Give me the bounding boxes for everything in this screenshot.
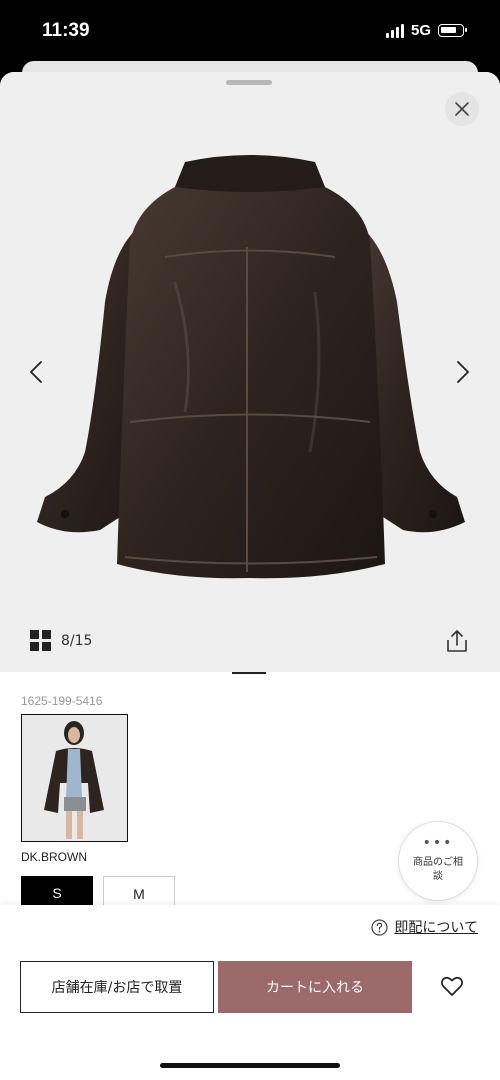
delivery-info-label: 即配について <box>394 920 478 936</box>
consult-button[interactable]: ••• 商品のご相談 <box>398 821 478 901</box>
delivery-info-link[interactable]: 即配について <box>371 917 478 937</box>
question-circle-icon <box>371 918 389 936</box>
heart-icon <box>441 976 463 996</box>
store-stock-button[interactable]: 店舗在庫/お店で取置 <box>20 961 214 1013</box>
product-image <box>37 155 465 579</box>
status-icons: 5G <box>385 22 467 39</box>
model-thumbnail <box>22 715 127 841</box>
share-button[interactable] <box>444 628 470 654</box>
share-icon <box>447 630 467 652</box>
product-code: 1625-199-5416 <box>21 694 103 708</box>
bottom-action-bar: 即配について 店舗在庫/お店で取置 カートに入れる <box>0 905 500 1080</box>
product-sheet: 8/15 1625-199-5416 DK.BROWN S M ••• 商品のご… <box>0 72 500 1080</box>
battery-icon <box>438 24 467 37</box>
consult-label: 商品のご相談 <box>413 857 463 882</box>
close-icon <box>455 102 469 116</box>
status-time: 11:39 <box>42 20 90 41</box>
image-counter: 8/15 <box>61 632 93 649</box>
gallery-grid-button[interactable]: 8/15 <box>30 630 92 651</box>
color-name: DK.BROWN <box>21 850 87 864</box>
sheet-grabber[interactable] <box>226 80 272 85</box>
color-swatch-dk-brown[interactable] <box>21 714 128 842</box>
favorite-button[interactable] <box>440 975 466 999</box>
network-type: 5G <box>410 22 431 39</box>
signal-icon <box>385 23 404 38</box>
grid-icon <box>30 630 51 651</box>
add-to-cart-button[interactable]: カートに入れる <box>218 961 412 1013</box>
close-button[interactable] <box>445 92 479 126</box>
product-image-carousel[interactable]: 8/15 <box>0 72 500 672</box>
home-indicator[interactable] <box>160 1063 340 1068</box>
status-bar: 11:39 5G <box>0 0 500 64</box>
image-scroll-indicator <box>0 672 500 675</box>
more-dots-icon: ••• <box>422 835 454 851</box>
